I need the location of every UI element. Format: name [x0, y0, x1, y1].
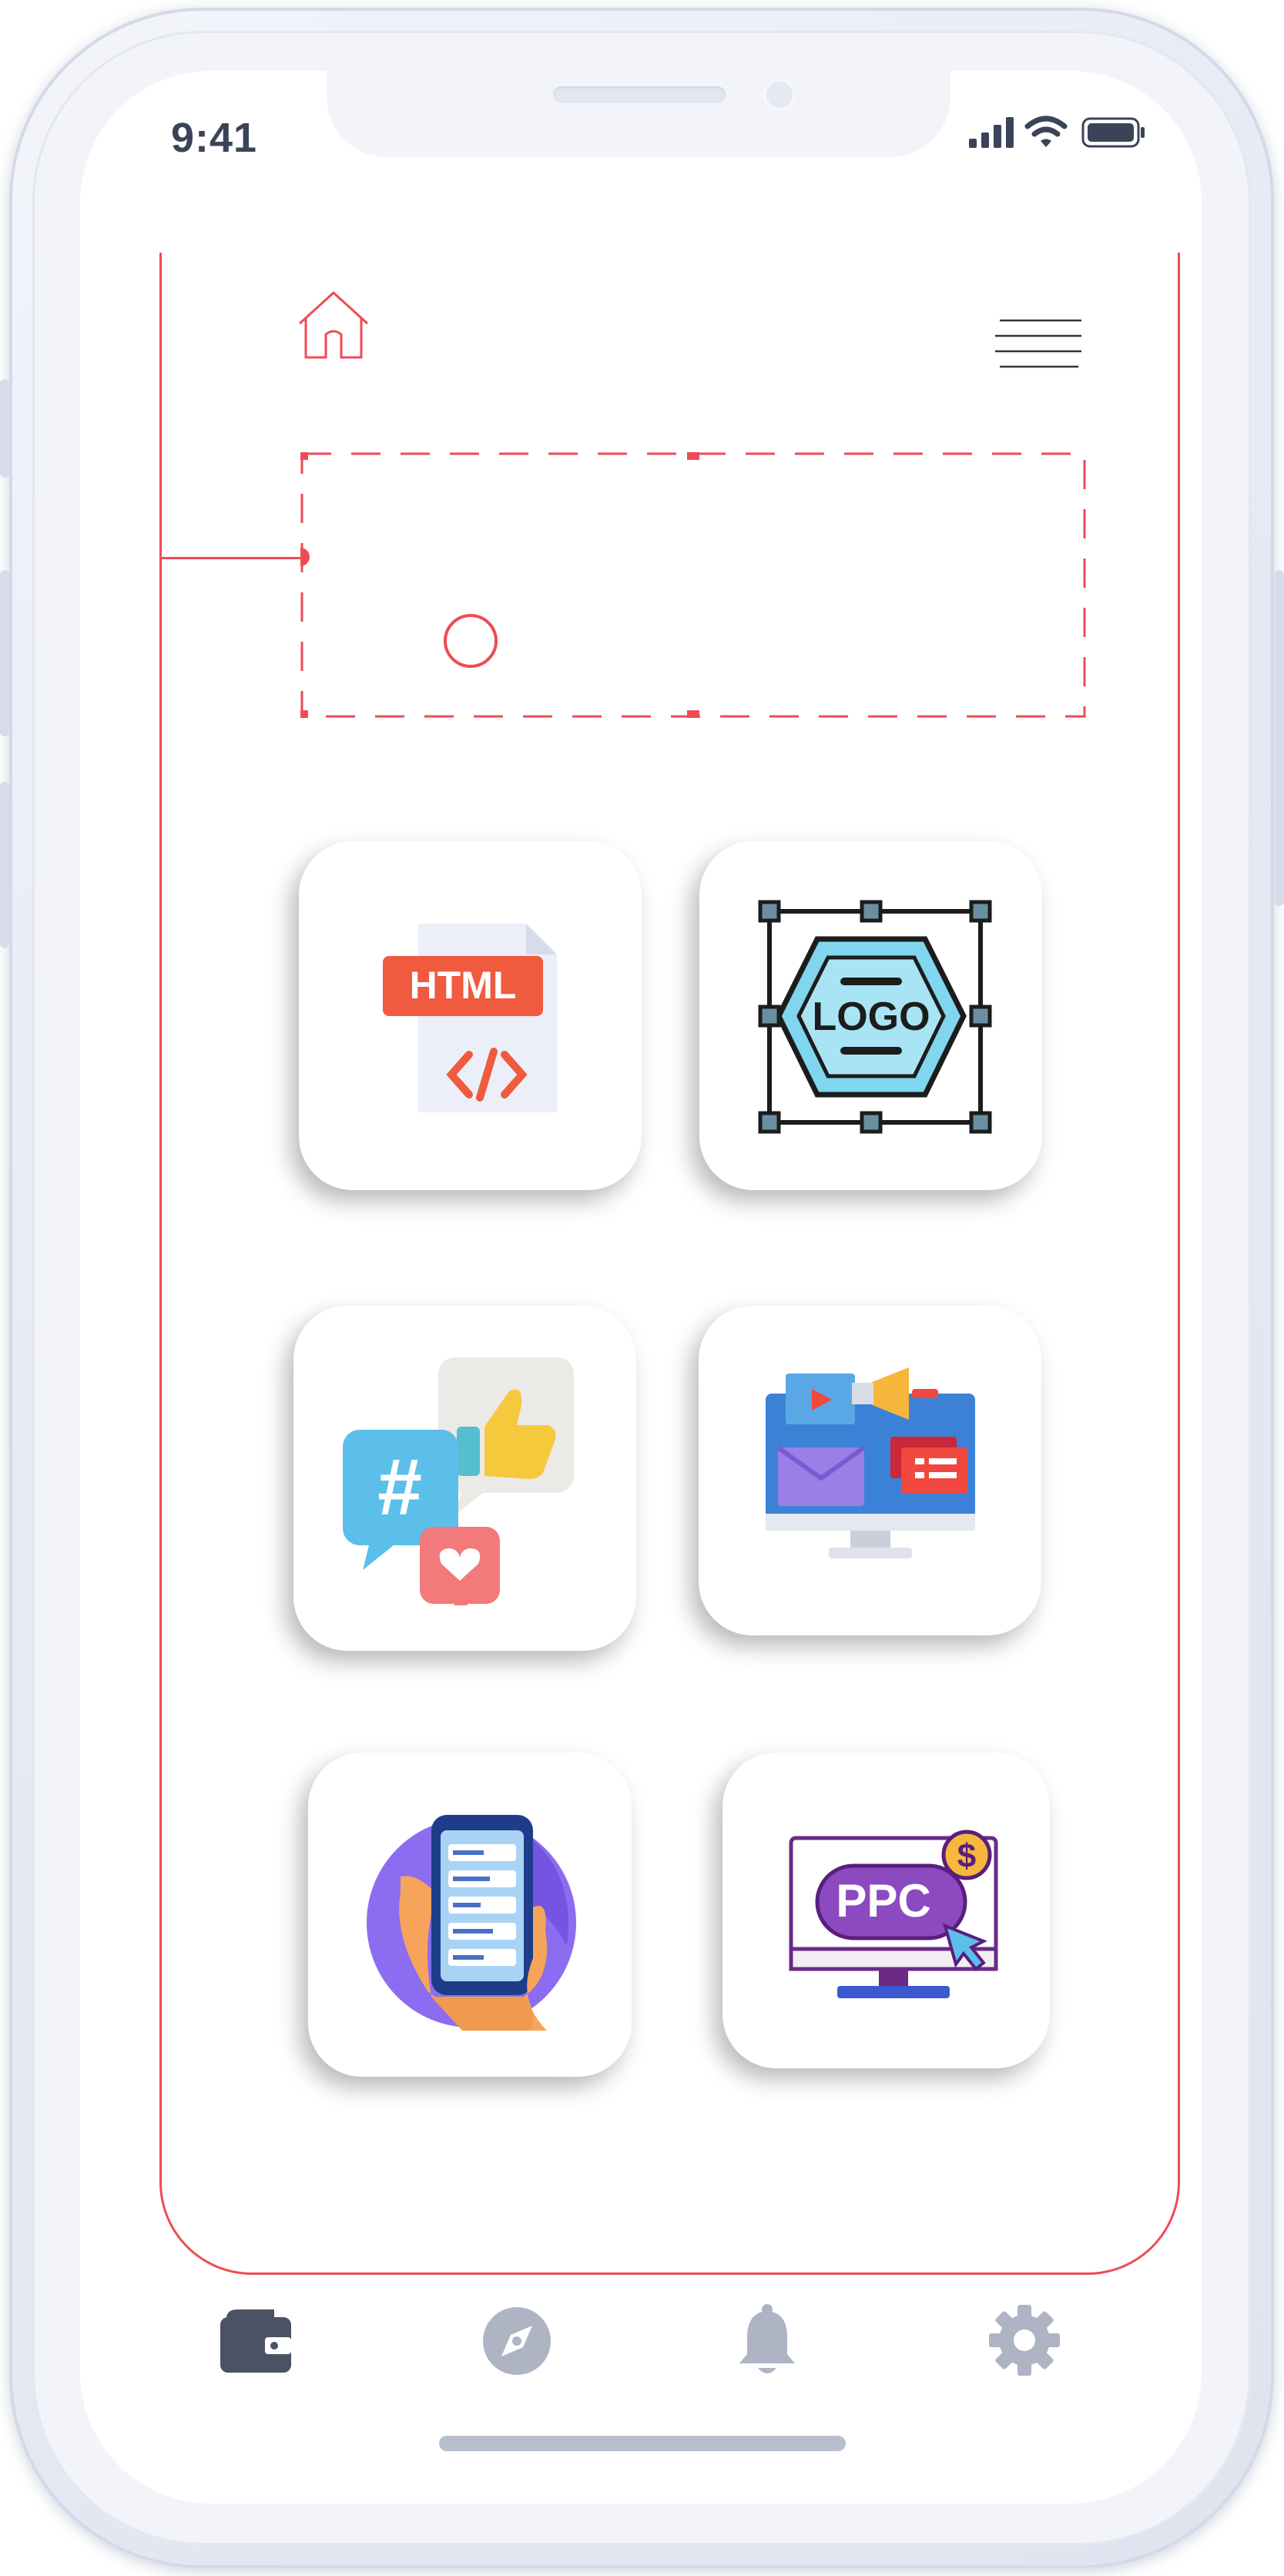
ppc-monitor-icon: PPC $ — [789, 1830, 997, 1998]
status-time: 9:41 — [171, 115, 258, 161]
power-button — [1275, 570, 1284, 906]
home-indicator[interactable] — [439, 2436, 846, 2451]
front-camera — [763, 78, 796, 112]
html-file-icon: HTML — [382, 923, 557, 1112]
bell-icon[interactable] — [736, 2303, 798, 2377]
mobile-app-card[interactable] — [308, 1753, 632, 2077]
wallet-icon[interactable] — [220, 2306, 291, 2373]
dollar-sign: $ — [957, 1837, 975, 1875]
html-card[interactable]: HTML — [299, 841, 642, 1190]
logo-design-icon: LOGO — [758, 900, 991, 1133]
digital-marketing-card[interactable] — [699, 1306, 1041, 1635]
mobile-app-icon — [367, 1814, 576, 2031]
menu-icon[interactable] — [995, 316, 1086, 371]
selection-box[interactable] — [300, 452, 1086, 718]
home-icon[interactable] — [295, 287, 372, 364]
logo-design-card[interactable]: LOGO — [699, 841, 1042, 1190]
notch — [327, 71, 950, 157]
battery-icon — [1081, 117, 1145, 148]
mute-switch — [0, 379, 9, 478]
digital-marketing-icon — [765, 1367, 975, 1558]
speaker-grille — [553, 86, 726, 103]
volume-up-button — [0, 570, 9, 736]
logo-label: LOGO — [812, 995, 930, 1039]
ppc-card[interactable]: PPC $ — [722, 1753, 1050, 2068]
frame-connector-line — [159, 557, 300, 559]
ppc-label: PPC — [836, 1875, 930, 1927]
frame-vertical-guide — [159, 253, 162, 846]
volume-down-button — [0, 782, 9, 948]
wifi-icon — [1024, 116, 1068, 147]
cellular-signal-icon — [969, 117, 1014, 148]
hashtag-label: # — [377, 1443, 422, 1532]
social-media-icon: # — [342, 1357, 574, 1605]
compass-icon[interactable] — [481, 2306, 552, 2376]
html-label: HTML — [409, 964, 516, 1007]
social-media-card[interactable]: # — [293, 1306, 636, 1651]
gear-icon[interactable] — [989, 2305, 1060, 2376]
